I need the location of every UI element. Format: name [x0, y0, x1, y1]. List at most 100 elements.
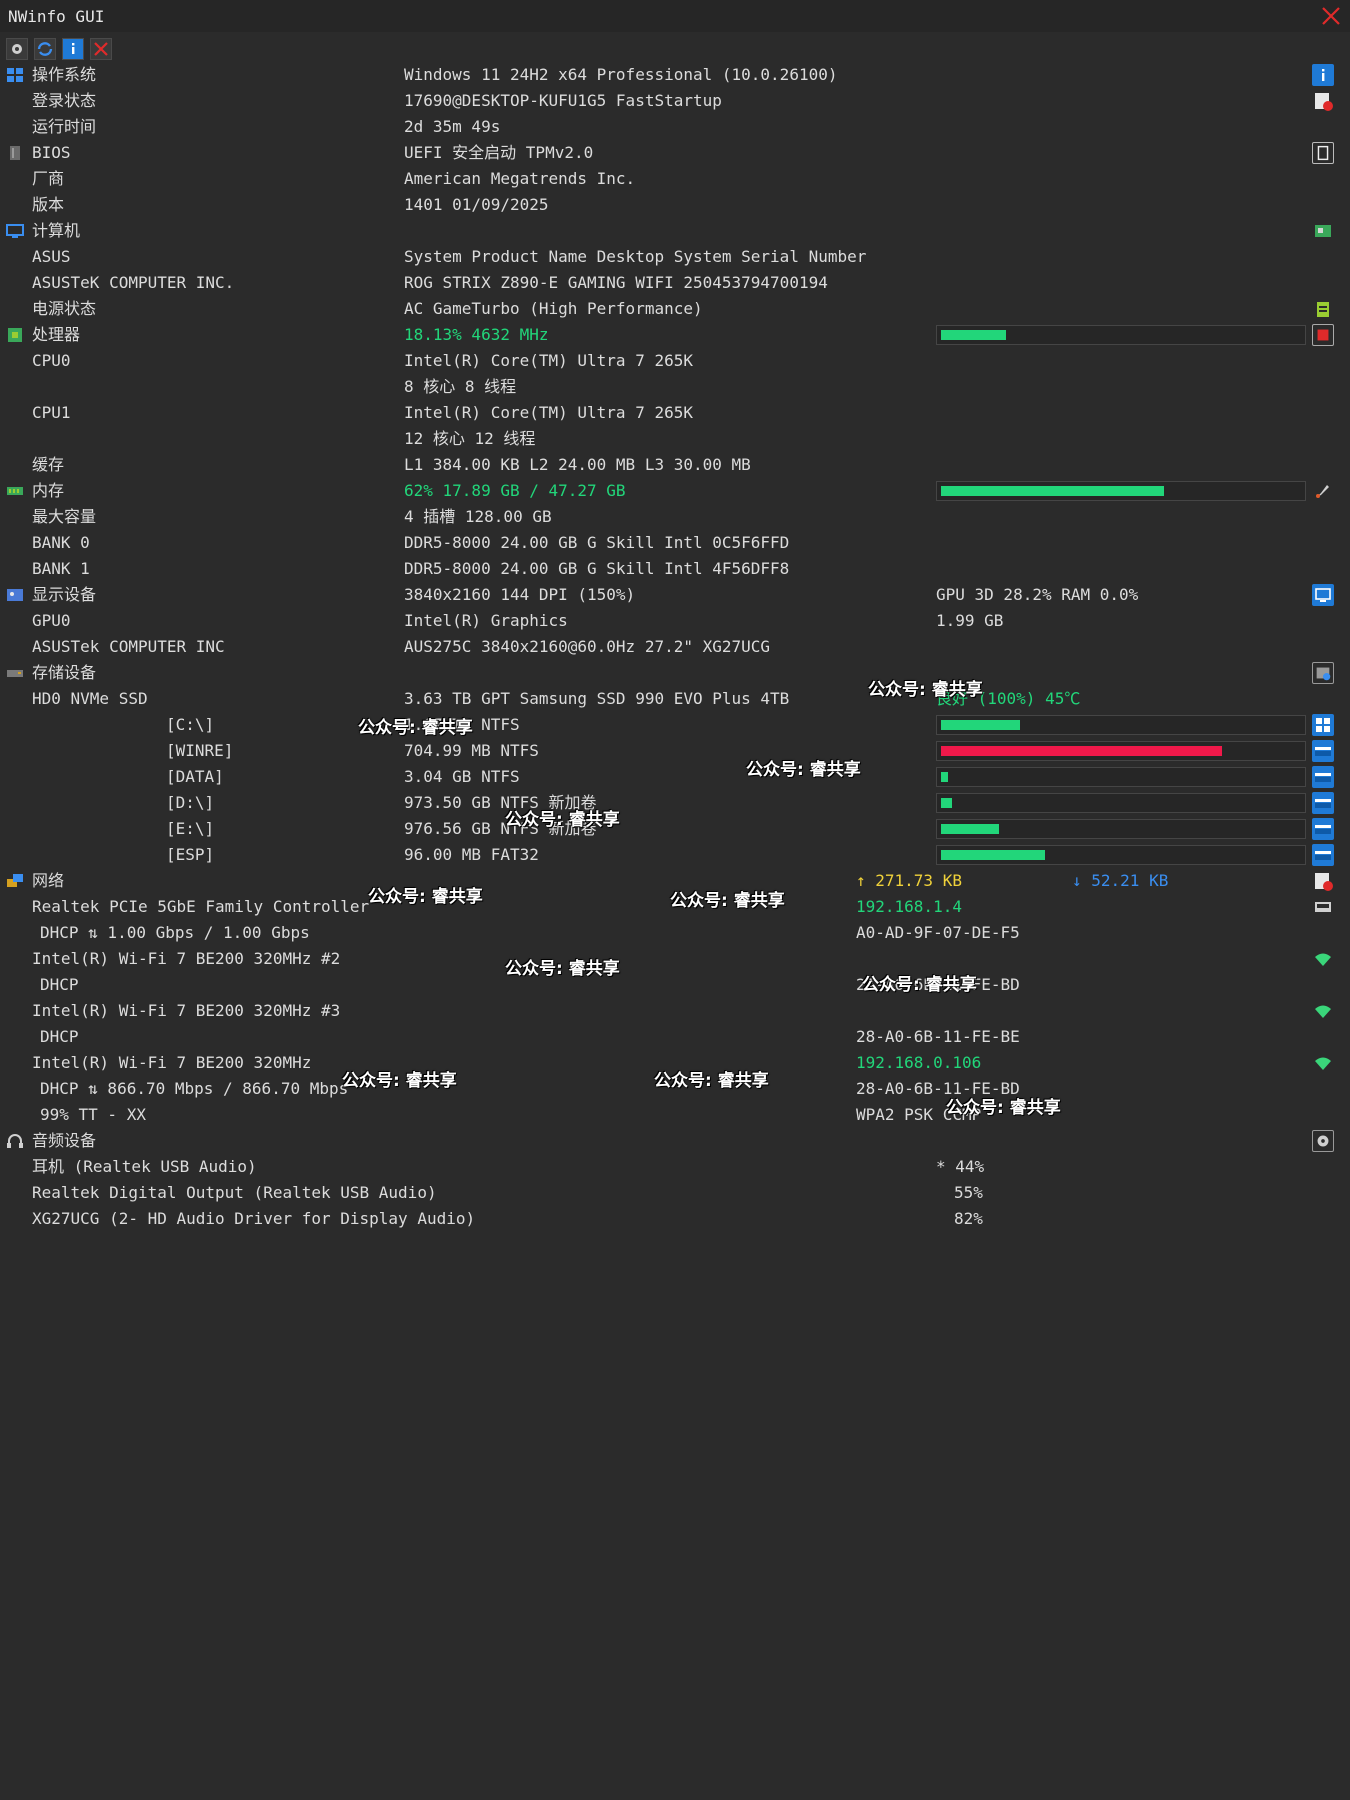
cpu-icon	[8, 328, 22, 342]
memory-icon	[7, 487, 23, 495]
power-label: 电源状态	[32, 299, 97, 318]
wifi-label: Intel(R) Wi-Fi 7 BE200 320MHz	[32, 1053, 312, 1072]
bank0-row: BANK 0 DDR5-8000 24.00 GB G Skill Intl 0…	[0, 530, 1350, 556]
ethernet-mac: A0-AD-9F-07-DE-F5	[856, 923, 1020, 942]
windows-icon[interactable]	[1312, 714, 1334, 736]
volume-usage-fill	[941, 824, 999, 834]
display-row[interactable]: 显示设备 3840x2160 144 DPI (150%) GPU 3D 28.…	[0, 582, 1350, 608]
title-bar: NWinfo GUI	[0, 0, 1350, 32]
computer-row[interactable]: 计算机	[0, 218, 1350, 244]
computer-label: 计算机	[32, 221, 81, 240]
cpu1-label: CPU1	[32, 403, 71, 422]
bios-row[interactable]: BIOS UEFI 安全启动 TPMv2.0	[0, 140, 1350, 166]
battery-icon[interactable]	[1312, 298, 1334, 320]
cpu-row[interactable]: 处理器 18.13% 4632 MHz	[0, 322, 1350, 348]
board-label: ASUSTeK COMPUTER INC.	[32, 273, 235, 292]
memory-usage-bar	[936, 481, 1306, 501]
cpu1-cores: 12 核心 12 线程	[404, 429, 536, 448]
volume-usage-bar	[936, 819, 1306, 839]
cpu0-cores-row: 8 核心 8 线程	[0, 374, 1350, 400]
folder-icon[interactable]	[1312, 766, 1334, 788]
uptime-row: 运行时间 2d 35m 49s	[0, 114, 1350, 140]
audio-device-name: Realtek Digital Output (Realtek USB Audi…	[32, 1183, 437, 1202]
monitor-settings-icon[interactable]	[1312, 584, 1334, 606]
watermark-text: 公众号: 睿共享	[505, 959, 620, 979]
volume-name: [WINRE]	[166, 741, 234, 760]
bios-label: BIOS	[32, 143, 71, 162]
motherboard-icon[interactable]	[1312, 220, 1334, 242]
close-icon[interactable]	[1320, 5, 1342, 27]
stop-icon[interactable]	[1312, 324, 1334, 346]
wifi3-label: Intel(R) Wi-Fi 7 BE200 320MHz #3	[32, 1001, 341, 1020]
wifi-icon[interactable]	[1312, 1000, 1334, 1022]
bios-value: UEFI 安全启动 TPMv2.0	[404, 143, 594, 162]
bank1-row: BANK 1 DDR5-8000 24.00 GB G Skill Intl 4…	[0, 556, 1350, 582]
window-title: NWinfo GUI	[8, 7, 105, 26]
windows-icon	[7, 68, 23, 82]
refresh-button[interactable]	[34, 38, 56, 60]
os-label: 操作系统	[32, 65, 97, 84]
audio-row[interactable]: 音频设备	[0, 1128, 1350, 1154]
audio-label: 音频设备	[32, 1131, 97, 1150]
about-button[interactable]	[62, 38, 84, 60]
watermark-text: 公众号: 睿共享	[670, 891, 785, 911]
ethernet-icon[interactable]	[1312, 896, 1334, 918]
wifi-icon[interactable]	[1312, 948, 1334, 970]
document-icon[interactable]	[1312, 142, 1334, 164]
memory-max-row: 最大容量 4 插槽 128.00 GB	[0, 504, 1350, 530]
disk-value: 3.63 TB GPT Samsung SSD 990 EVO Plus 4TB	[404, 689, 790, 708]
cpu0-cores: 8 核心 8 线程	[404, 377, 517, 396]
settings-button[interactable]	[6, 38, 28, 60]
system-maker-value: System Product Name Desktop System Seria…	[404, 247, 867, 266]
disk-icon	[7, 670, 23, 677]
monitor-value: AUS275C 3840x2160@60.0Hz 27.2" XG27UCG	[404, 637, 771, 656]
user-blocked-icon[interactable]	[1312, 90, 1334, 112]
bank0-label: BANK 0	[32, 533, 90, 552]
audio-device-volume: 55%	[954, 1183, 983, 1202]
volume-usage-bar	[936, 767, 1306, 787]
display-value: 3840x2160 144 DPI (150%)	[404, 585, 636, 604]
cpu1-name: Intel(R) Core(TM) Ultra 7 265K	[404, 403, 693, 422]
headphones-icon	[7, 1134, 23, 1148]
login-value: 17690@DESKTOP-KUFU1G5 FastStartup	[404, 91, 722, 110]
watermark-text: 公众号: 睿共享	[946, 1098, 1061, 1118]
folder-icon[interactable]	[1312, 740, 1334, 762]
info-icon[interactable]	[1312, 64, 1334, 86]
folder-icon[interactable]	[1312, 792, 1334, 814]
wifi-icon[interactable]	[1312, 1052, 1334, 1074]
storage-row[interactable]: 存储设备	[0, 660, 1350, 686]
exit-button[interactable]	[90, 38, 112, 60]
audio-device-name: 耳机 (Realtek USB Audio)	[32, 1157, 257, 1176]
audio-device-row: 耳机 (Realtek USB Audio) * 44%	[0, 1154, 1350, 1180]
os-row[interactable]: 操作系统 Windows 11 24H2 x64 Professional (1…	[0, 62, 1350, 88]
folder-icon[interactable]	[1312, 844, 1334, 866]
speaker-icon[interactable]	[1312, 1130, 1334, 1152]
display-icon	[7, 589, 23, 601]
memory-row[interactable]: 内存 62% 17.89 GB / 47.27 GB	[0, 478, 1350, 504]
watermark-text: 公众号: 睿共享	[746, 760, 861, 780]
monitor-label: ASUSTek COMPUTER INC	[32, 637, 225, 656]
wifi-ssid-row: 99% TT - XX WPA2 PSK CCMP	[0, 1102, 1350, 1128]
gpu0-memory: 1.99 GB	[936, 611, 1004, 630]
disk-label: HD0 NVMe SSD	[32, 689, 148, 708]
cache-label: 缓存	[32, 455, 65, 474]
rocket-icon[interactable]	[1312, 480, 1334, 502]
wifi3-row: Intel(R) Wi-Fi 7 BE200 320MHz #3	[0, 998, 1350, 1024]
network-blocked-icon[interactable]	[1312, 870, 1334, 892]
uptime-label: 运行时间	[32, 117, 97, 136]
cpu1-cores-row: 12 核心 12 线程	[0, 426, 1350, 452]
ethernet-label: Realtek PCIe 5GbE Family Controller	[32, 897, 370, 916]
folder-icon[interactable]	[1312, 818, 1334, 840]
audio-device-name: XG27UCG (2- HD Audio Driver for Display …	[32, 1209, 476, 1228]
wifi-dhcp: DHCP ⇅ 866.70 Mbps / 866.70 Mbps	[40, 1079, 349, 1098]
display-label: 显示设备	[32, 585, 97, 604]
memory-usage-text: 62% 17.89 GB / 47.27 GB	[404, 481, 626, 500]
volume-name: [DATA]	[166, 767, 224, 786]
login-row: 登录状态 17690@DESKTOP-KUFU1G5 FastStartup	[0, 88, 1350, 114]
volume-usage-fill	[941, 720, 1020, 730]
volume-usage-fill	[941, 850, 1045, 860]
disk-row: HD0 NVMe SSD 3.63 TB GPT Samsung SSD 990…	[0, 686, 1350, 712]
watermark-text: 公众号: 睿共享	[368, 887, 483, 907]
disk-info-icon[interactable]	[1312, 662, 1334, 684]
volume-usage-bar	[936, 845, 1306, 865]
